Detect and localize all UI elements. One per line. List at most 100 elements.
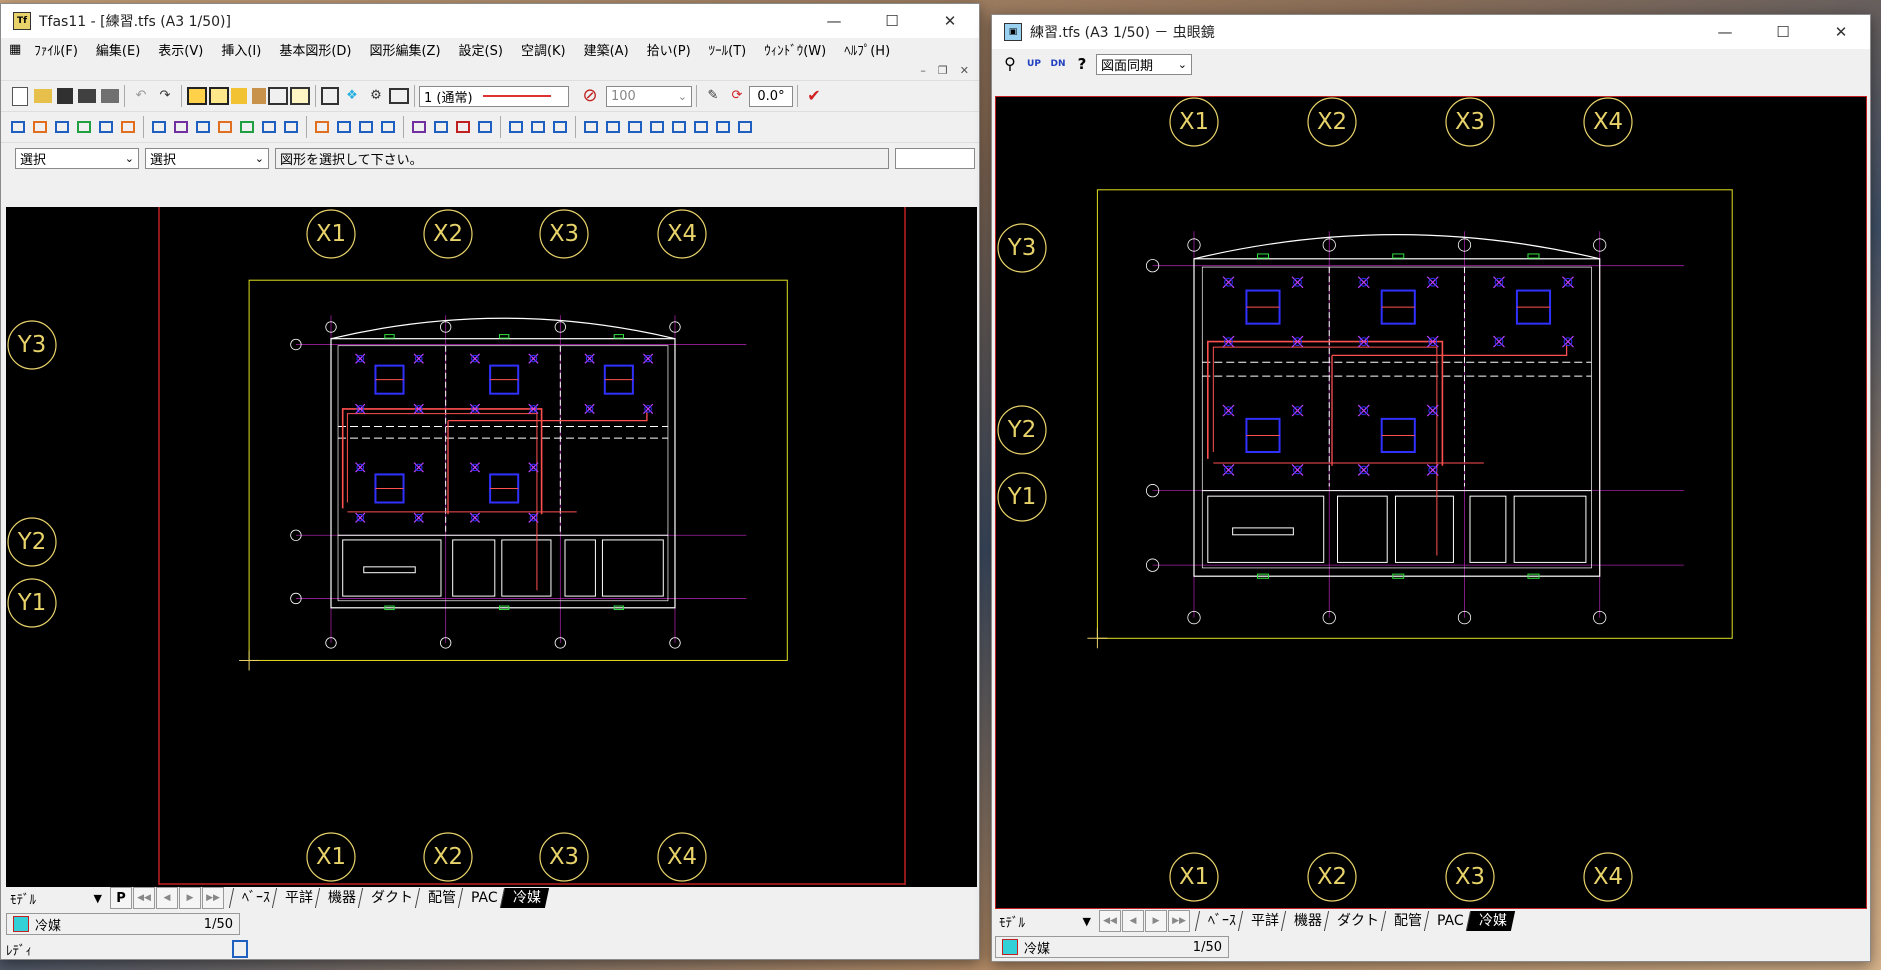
main-tab-7[interactable]: 冷媒 — [499, 888, 549, 908]
hvac-tool-20-icon[interactable] — [456, 121, 470, 133]
select-mode-2[interactable]: 選択 ⌄ — [145, 147, 269, 169]
hvac-tool-24-icon[interactable] — [553, 121, 567, 133]
hvac-tool-18-icon[interactable] — [412, 121, 426, 133]
magnifier-tab-1[interactable]: ﾍﾞｰｽ — [1194, 911, 1245, 931]
close-button[interactable]: ✕ — [921, 4, 979, 38]
magnifier-close-button[interactable]: ✕ — [1812, 15, 1870, 49]
scale-select[interactable]: 100 ⌄ — [606, 85, 692, 107]
hvac-tool-16-icon[interactable] — [359, 121, 373, 133]
layer-tool-icon[interactable] — [187, 87, 207, 105]
zoom-window-icon[interactable] — [268, 87, 288, 105]
main-tab-2[interactable]: 平詳 — [271, 888, 322, 908]
new-file-icon[interactable] — [12, 86, 28, 106]
hvac-tool-9-icon[interactable] — [196, 121, 210, 133]
snap-icon[interactable]: ❖ — [341, 85, 363, 107]
menu-file[interactable]: ﾌｧｲﾙ(F) — [25, 40, 87, 59]
fit-view-icon[interactable] — [290, 87, 310, 105]
check-icon[interactable]: ✔ — [803, 85, 825, 107]
next-tab-icon[interactable]: ▶ — [179, 887, 201, 909]
hvac-tool-7-icon[interactable] — [152, 121, 166, 133]
hvac-tool-6-icon[interactable] — [121, 121, 135, 133]
hvac-tool-15-icon[interactable] — [337, 121, 351, 133]
main-tab-6[interactable]: PAC — [457, 888, 506, 908]
angle-input[interactable]: 0.0° — [749, 85, 793, 107]
save-icon[interactable] — [57, 88, 73, 104]
menu-help[interactable]: ﾍﾙﾌﾟ(H) — [835, 40, 899, 59]
sync-select[interactable]: 図面同期 ⌄ — [1096, 53, 1192, 75]
hvac-tool-5-icon[interactable] — [99, 121, 113, 133]
hvac-tool-27-icon[interactable] — [628, 121, 642, 133]
hvac-tool-12-icon[interactable] — [262, 121, 276, 133]
hvac-tool-2-icon[interactable] — [33, 121, 47, 133]
main-tab-5[interactable]: 配管 — [414, 888, 465, 908]
help-icon[interactable]: ? — [1071, 53, 1093, 75]
menu-edit[interactable]: 編集(E) — [87, 40, 149, 59]
menu-architecture[interactable]: 建築(A) — [575, 40, 638, 59]
search-icon[interactable]: ⚲ — [999, 53, 1021, 75]
menu-tools[interactable]: ﾂｰﾙ(T) — [700, 40, 756, 59]
hvac-tool-29-icon[interactable] — [672, 121, 686, 133]
redo-icon[interactable]: ↷ — [154, 85, 176, 107]
hvac-tool-25-icon[interactable] — [584, 121, 598, 133]
maximize-button[interactable]: ☐ — [863, 4, 921, 38]
main-tab-4[interactable]: ダクト — [357, 888, 422, 908]
mdi-minimize-button[interactable]: – — [914, 64, 932, 77]
select-mode-1[interactable]: 選択 ⌄ — [15, 147, 139, 169]
menu-window[interactable]: ｳｨﾝﾄﾞｳ(W) — [755, 40, 835, 59]
magnifier-tab-4[interactable]: ダクト — [1323, 911, 1388, 931]
print-preview-icon[interactable] — [78, 89, 96, 103]
grid-tool-icon[interactable] — [209, 87, 229, 105]
menu-basic-shape[interactable]: 基本図形(D) — [270, 40, 360, 59]
minimize-button[interactable]: — — [805, 4, 863, 38]
rotate-icon[interactable]: ⟳ — [726, 85, 748, 107]
magnifier-tab-5[interactable]: 配管 — [1380, 911, 1431, 931]
last-tab-icon[interactable]: ▶▶ — [202, 887, 224, 909]
layer-mode-select[interactable]: ﾓﾃﾞﾙ ▼ — [6, 888, 106, 908]
select-tool-icon[interactable]: ⚙ — [365, 85, 387, 107]
magnifier-tab-7[interactable]: 冷媒 — [1465, 911, 1515, 931]
hvac-tool-28-icon[interactable] — [650, 121, 664, 133]
hvac-tool-32-icon[interactable] — [738, 121, 752, 133]
hvac-tool-22-icon[interactable] — [509, 121, 523, 133]
last-tab-icon[interactable]: ▶▶ — [1168, 910, 1190, 932]
prev-tab-icon[interactable]: ◀ — [1122, 910, 1144, 932]
measure-icon[interactable] — [231, 88, 247, 104]
line-type-select[interactable]: 1 (通常) — [419, 85, 569, 107]
menu-settings[interactable]: 設定(S) — [450, 40, 512, 59]
menu-insert[interactable]: 挿入(I) — [212, 40, 270, 59]
next-tab-icon[interactable]: ▶ — [1145, 910, 1167, 932]
hvac-tool-14-icon[interactable] — [315, 121, 329, 133]
hvac-tool-21-icon[interactable] — [478, 121, 492, 133]
undo-icon[interactable]: ↶ — [130, 85, 152, 107]
first-tab-icon[interactable]: ◀◀ — [1099, 910, 1121, 932]
layer-down-icon[interactable]: DN — [1047, 53, 1069, 75]
mdi-close-button[interactable]: ✕ — [954, 64, 975, 77]
property-icon[interactable] — [389, 88, 409, 104]
layer-up-icon[interactable]: UP — [1023, 53, 1045, 75]
eraser-icon[interactable]: ✎ — [702, 85, 724, 107]
no-pen-icon[interactable]: ⊘ — [579, 85, 601, 107]
prev-tab-icon[interactable]: ◀ — [156, 887, 178, 909]
menu-view[interactable]: 表示(V) — [149, 40, 212, 59]
main-drawing-canvas[interactable]: X1 X1 X2 X2 X3 X3 X4 X4 Y3 Y2 Y1 — [6, 207, 977, 887]
mdi-restore-button[interactable]: ❐ — [932, 64, 954, 77]
magnifier-tab-3[interactable]: 機器 — [1280, 911, 1331, 931]
brush-icon[interactable] — [252, 88, 266, 104]
hvac-tool-17-icon[interactable] — [381, 121, 395, 133]
hvac-tool-23-icon[interactable] — [531, 121, 545, 133]
magnifier-minimize-button[interactable]: — — [1696, 15, 1754, 49]
hvac-tool-31-icon[interactable] — [716, 121, 730, 133]
print-icon[interactable] — [101, 89, 119, 103]
first-tab-icon[interactable]: ◀◀ — [133, 887, 155, 909]
main-tab-1[interactable]: ﾍﾞｰｽ — [228, 888, 279, 908]
hvac-tool-1-icon[interactable] — [11, 121, 25, 133]
hvac-tool-10-icon[interactable] — [218, 121, 232, 133]
hvac-tool-3-icon[interactable] — [55, 121, 69, 133]
main-tab-3[interactable]: 機器 — [314, 888, 365, 908]
magnifier-tab-2[interactable]: 平詳 — [1237, 911, 1288, 931]
hvac-tool-19-icon[interactable] — [434, 121, 448, 133]
hvac-tool-30-icon[interactable] — [694, 121, 708, 133]
menu-shape-edit[interactable]: 図形編集(Z) — [360, 40, 449, 59]
open-folder-icon[interactable] — [34, 89, 52, 103]
hvac-tool-4-icon[interactable] — [77, 121, 91, 133]
